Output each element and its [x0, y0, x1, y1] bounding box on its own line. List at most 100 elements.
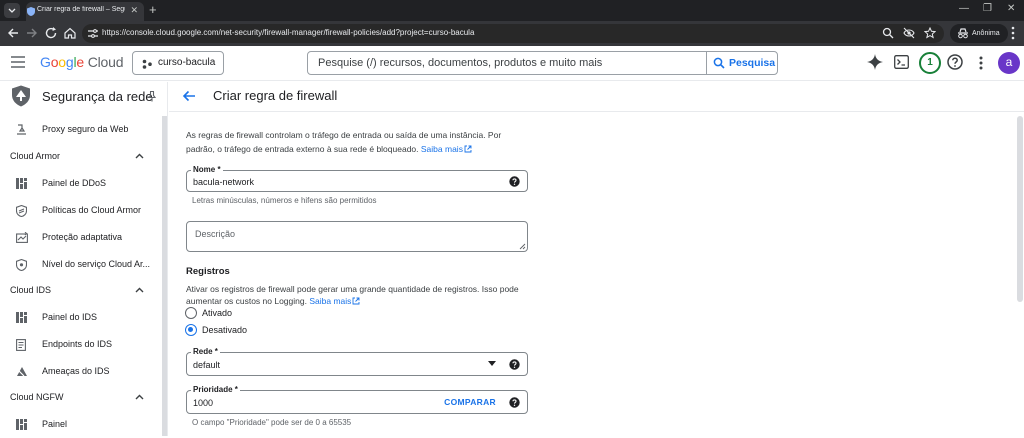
avatar[interactable]: a	[998, 52, 1020, 74]
sidebar-item-adaptive-protection[interactable]: Proteção adaptativa	[0, 225, 162, 251]
sidebar-item-armor-service-tier[interactable]: Nível do serviço Cloud Ar...	[0, 252, 162, 278]
sidebar-item-proxy[interactable]: Proxy seguro da Web	[0, 117, 162, 143]
sidebar-item-label: Políticas do Cloud Armor	[42, 205, 142, 215]
sidebar-item-ngfw-dashboard[interactable]: Painel	[0, 412, 162, 438]
home-icon[interactable]	[63, 26, 77, 40]
name-input[interactable]: bacula-network	[193, 177, 254, 187]
close-window-icon[interactable]: ✕	[1007, 3, 1015, 14]
help-icon[interactable]	[509, 397, 520, 408]
intro-learn-more-link[interactable]: Saiba mais	[421, 144, 463, 154]
shield-tier-icon	[16, 259, 27, 271]
sidebar-item-label: Nível do serviço Cloud Ar...	[42, 259, 151, 269]
search-bar[interactable]: Pesquise (/) recursos, documentos, produ…	[307, 51, 778, 75]
lens-icon[interactable]	[882, 27, 894, 39]
tab-title: Criar regra de firewall – Segurança	[37, 6, 125, 13]
browser-tab[interactable]: Criar regra de firewall – Segurança ✕	[26, 2, 144, 21]
external-link-icon	[352, 297, 360, 305]
forward-nav-icon[interactable]	[25, 26, 39, 40]
chevron-up-icon	[135, 287, 144, 293]
main-scrollbar[interactable]	[1017, 116, 1023, 302]
search-button-label: Pesquisa	[729, 57, 776, 69]
back-nav-icon[interactable]	[6, 26, 20, 40]
section-label: Cloud NGFW	[10, 392, 64, 402]
sidebar-section-cloud-ids[interactable]: Cloud IDS	[0, 278, 162, 304]
help-icon[interactable]	[509, 176, 520, 187]
sidebar-section-cloud-ngfw[interactable]: Cloud NGFW	[0, 385, 162, 411]
browser-menu-icon[interactable]	[1011, 26, 1015, 40]
name-hint: Letras minúsculas, números e hifens são …	[192, 196, 377, 205]
main-content: Criar regra de firewall As regras de fir…	[169, 82, 1024, 436]
project-picker[interactable]: curso-bacula	[132, 51, 224, 75]
sidebar-section-cloud-armor[interactable]: Cloud Armor	[0, 144, 162, 170]
address-bar[interactable]: https://console.cloud.google.com/net-sec…	[82, 24, 944, 43]
sidebar-item-ids-threats[interactable]: Ameaças do IDS	[0, 359, 162, 385]
sidebar-item-ids-dashboard[interactable]: Painel do IDS	[0, 305, 162, 331]
dashboard-icon	[16, 419, 27, 430]
section-label: Cloud Armor	[10, 151, 61, 161]
description-input[interactable]: Descrição	[195, 229, 235, 239]
more-options-icon[interactable]	[979, 56, 983, 70]
logs-on-radio[interactable]	[185, 307, 197, 319]
priority-field[interactable]: Prioridade * 1000 COMPARAR	[186, 385, 528, 414]
pin-icon[interactable]	[148, 91, 156, 102]
incognito-label: Anônima	[972, 30, 1000, 37]
page-header: Criar regra de firewall	[169, 82, 1024, 112]
priority-input[interactable]: 1000	[193, 398, 213, 408]
sidebar-scrollbar[interactable]	[162, 116, 167, 436]
chevron-up-icon	[135, 394, 144, 400]
site-info-icon[interactable]	[88, 29, 98, 38]
description-field[interactable]: Descrição	[186, 221, 528, 252]
tab-search-button[interactable]	[4, 3, 20, 18]
threats-icon	[17, 367, 27, 377]
sidebar-item-label: Painel	[42, 419, 68, 429]
new-tab-icon[interactable]: +	[149, 2, 157, 18]
cloud-shell-icon[interactable]	[894, 55, 909, 69]
incognito-indicator[interactable]: Anônima	[950, 24, 1008, 43]
main-menu-icon[interactable]	[11, 56, 25, 68]
logo-cloud: Cloud	[87, 54, 124, 70]
sidebar-item-label: Proxy seguro da Web	[42, 124, 129, 134]
page-title: Criar regra de firewall	[213, 88, 338, 103]
sidebar-item-ids-endpoints[interactable]: Endpoints do IDS	[0, 332, 162, 358]
adaptive-protection-icon	[16, 232, 28, 243]
tracking-protection-icon[interactable]	[903, 27, 915, 39]
logs-off-radio[interactable]	[185, 324, 197, 336]
project-hierarchy-icon	[142, 59, 152, 69]
sidebar-item-label: Endpoints do IDS	[42, 339, 113, 349]
restore-icon[interactable]: ❐	[983, 3, 992, 14]
search-button[interactable]: Pesquisa	[706, 52, 777, 74]
sidebar-item-ddos-dashboard[interactable]: Painel de DDoS	[0, 171, 162, 197]
bookmark-star-icon[interactable]	[924, 27, 936, 39]
google-cloud-logo[interactable]: Google Cloud	[40, 54, 123, 70]
tab-close-icon[interactable]: ✕	[130, 5, 138, 16]
sidebar: Segurança da rede Proxy seguro da Web Cl…	[0, 82, 168, 436]
name-label: Nome *	[191, 165, 223, 174]
network-select[interactable]: Rede * default	[186, 347, 528, 376]
gemini-sparkle-icon[interactable]	[867, 54, 883, 70]
sidebar-title: Segurança da rede	[42, 89, 153, 104]
resize-handle-icon[interactable]	[519, 243, 526, 250]
network-security-shield-icon	[12, 85, 30, 107]
logs-on-label[interactable]: Ativado	[202, 308, 232, 318]
minimize-icon[interactable]: —	[959, 3, 969, 14]
shield-policy-icon	[16, 205, 27, 217]
logs-learn-more-link[interactable]: Saiba mais	[309, 296, 351, 306]
help-icon[interactable]	[509, 359, 520, 370]
logs-off-label[interactable]: Desativado	[202, 325, 247, 335]
section-label: Cloud IDS	[10, 285, 52, 295]
sidebar-item-label: Painel de DDoS	[42, 178, 107, 188]
compare-button[interactable]: COMPARAR	[444, 397, 496, 407]
help-icon[interactable]	[947, 54, 963, 70]
search-icon	[713, 57, 725, 69]
name-field[interactable]: Nome * bacula-network	[186, 165, 528, 192]
back-arrow-icon[interactable]	[182, 90, 196, 102]
browser-toolbar: https://console.cloud.google.com/net-sec…	[0, 21, 1024, 46]
sidebar-item-armor-policies[interactable]: Políticas do Cloud Armor	[0, 198, 162, 224]
reload-icon[interactable]	[44, 26, 58, 40]
search-input[interactable]: Pesquise (/) recursos, documentos, produ…	[318, 57, 602, 69]
logs-title: Registros	[186, 266, 230, 277]
url-text: https://console.cloud.google.com/net-sec…	[102, 28, 475, 37]
network-value: default	[193, 360, 221, 370]
notification-badge[interactable]: 1	[919, 52, 941, 74]
sidebar-item-label: Ameaças do IDS	[42, 366, 110, 376]
